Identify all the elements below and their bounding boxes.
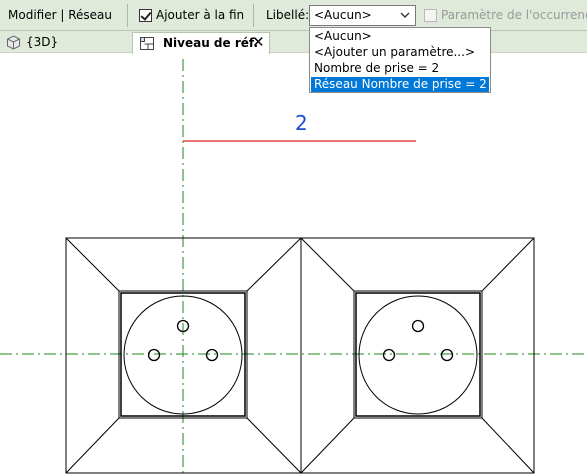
tab-label: {3D} [26, 35, 59, 49]
label-field-label: Libellé: [266, 8, 310, 22]
dropdown-option[interactable]: <Aucun> [311, 29, 489, 44]
chevron-down-icon[interactable] [398, 7, 412, 24]
label-combo-value: <Aucun> [314, 8, 372, 22]
floor-plan-icon [140, 37, 154, 50]
instance-param-checkbox[interactable] [424, 9, 437, 22]
add-to-end-label: Ajouter à la fin [156, 8, 245, 22]
checkmark-icon [140, 9, 152, 21]
socket-plate-right [300, 237, 535, 474]
label-combo-box[interactable]: <Aucun> [309, 5, 416, 26]
drawing-canvas[interactable] [0, 53, 587, 476]
tab-label: Niveau de réf. [163, 36, 259, 50]
separator [127, 4, 128, 27]
context-label: Modifier | Réseau [8, 8, 112, 22]
separator [253, 4, 254, 27]
dropdown-option[interactable]: <Ajouter un paramètre...> [311, 45, 489, 60]
instance-param-label: Paramètre de l'occurrence [441, 8, 587, 22]
view-tab-bar: {3D} Niveau de réf. ✕ [0, 31, 587, 54]
dropdown-option-selected[interactable]: Réseau Nombre de prise = 2 [311, 77, 489, 92]
dropdown-option[interactable]: Nombre de prise = 2 [311, 61, 489, 76]
tab-niveau-de-ref[interactable]: Niveau de réf. ✕ [132, 32, 270, 54]
close-icon[interactable]: ✕ [252, 33, 265, 51]
label-dropdown-list: <Aucun> <Ajouter un paramètre...> Nombre… [309, 27, 491, 93]
options-bar: Modifier | Réseau Ajouter à la fin Libel… [0, 0, 587, 31]
add-to-end-checkbox[interactable] [139, 9, 152, 22]
dimension-value-label[interactable]: 2 [295, 112, 308, 134]
cube-3d-icon [7, 35, 20, 50]
